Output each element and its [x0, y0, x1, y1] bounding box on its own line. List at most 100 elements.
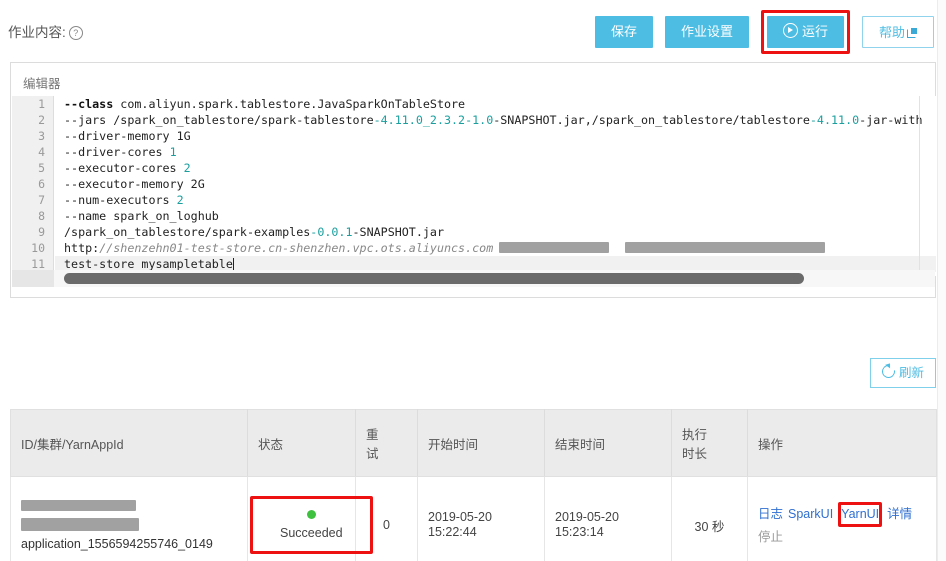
code-editor[interactable]: 1 2 3 4 5 6 7 8 9 10 11 --class com.aliyun.spark.t…	[12, 96, 936, 276]
column-header-duration-line1: 执行	[682, 428, 708, 442]
refresh-button-label: 刷新	[898, 366, 924, 380]
code-line[interactable]: --driver-memory 1G	[55, 128, 936, 144]
line-number: 8	[38, 209, 45, 223]
sparkui-link[interactable]: SparkUI	[788, 507, 833, 521]
column-header-end-time: 结束时间	[544, 409, 672, 477]
code-token: -0.0.1	[310, 225, 353, 239]
run-button-highlight-wrapper: 运行	[760, 10, 850, 54]
cell-end-time: 2019-05-20 15:23:14	[544, 476, 672, 561]
stop-link: 停止	[758, 530, 784, 544]
refresh-icon	[879, 362, 898, 381]
scrollbar-thumb[interactable]	[64, 273, 804, 284]
code-token: --num-executors	[64, 193, 177, 207]
play-circle-icon	[782, 23, 798, 38]
line-number: 9	[38, 225, 45, 239]
code-line[interactable]: --executor-cores 2	[55, 160, 936, 176]
code-token: //shenzehn01-test-store.cn-shenzhen.vpc.…	[99, 241, 494, 255]
line-number-gutter: 1 2 3 4 5 6 7 8 9 10 11	[12, 96, 54, 276]
column-header-retry-line1: 重	[366, 428, 379, 442]
line-number: 5	[38, 161, 45, 175]
column-header-duration: 执行 时长	[671, 409, 748, 477]
page-title: 作业内容:?	[8, 21, 83, 41]
end-date: 2019-05-20	[555, 510, 619, 524]
code-token: /spark_on_tablestore/spark-examples	[64, 225, 311, 239]
code-token: -SNAPSHOT.jar	[352, 225, 444, 239]
code-token: test-store mysampletable	[64, 257, 233, 271]
run-button[interactable]: 运行	[766, 16, 844, 48]
redacted-job-id	[21, 500, 136, 511]
code-token: com.aliyun.spark.tablestore.JavaSparkOnT…	[113, 97, 466, 111]
redacted-text	[499, 242, 610, 253]
status-badge: Succeeded	[250, 496, 373, 554]
code-line[interactable]: http://shenzehn01-test-store.cn-shenzhen…	[55, 240, 936, 256]
log-link[interactable]: 日志	[758, 507, 783, 521]
code-token: -SNAPSHOT.jar,/spark_on_tablestore/table…	[493, 113, 810, 127]
code-token: --class	[64, 97, 114, 111]
redacted-cluster-name	[21, 518, 139, 531]
code-token: -4.11.0	[809, 113, 860, 127]
code-token: --driver-cores	[64, 145, 170, 159]
cell-status: Succeeded	[247, 476, 373, 561]
code-token: --jars /spark_on_tablestore/spark-tables…	[64, 113, 374, 127]
code-line[interactable]: --class com.aliyun.spark.tablestore.Java…	[55, 96, 936, 112]
code-line[interactable]: --driver-cores 1	[55, 144, 936, 160]
code-lines[interactable]: --class com.aliyun.spark.tablestore.Java…	[55, 96, 936, 276]
code-token: --driver-memory 1G	[64, 129, 191, 143]
table-row: application_1556594255746_0149 Succeeded…	[10, 476, 937, 561]
status-cell-highlight-box	[250, 496, 373, 554]
question-circle-icon[interactable]: ?	[68, 26, 83, 40]
line-number: 10	[31, 241, 45, 255]
column-header-id: ID/集群/YarnAppId	[10, 409, 248, 477]
yarn-app-id: application_1556594255746_0149	[21, 537, 213, 551]
column-header-retry-line2: 试	[366, 447, 379, 461]
code-token: 1	[169, 145, 177, 159]
cell-retry-count: 0	[355, 476, 418, 561]
cell-duration: 30 秒	[671, 476, 748, 561]
editor-horizontal-scrollbar[interactable]	[54, 270, 935, 287]
line-number: 3	[38, 129, 45, 143]
code-line[interactable]: --jars /spark_on_tablestore/spark-tables…	[55, 112, 936, 128]
yarnui-highlight-wrapper: YarnUI	[838, 502, 883, 527]
yarnui-link[interactable]: YarnUI	[841, 507, 879, 521]
page-scrollbar[interactable]	[937, 0, 946, 561]
start-time: 15:22:44	[428, 525, 477, 539]
cell-id-cluster-yarnappid: application_1556594255746_0149	[10, 476, 248, 561]
text-cursor	[232, 258, 234, 270]
column-header-duration-line2: 时长	[682, 447, 708, 461]
column-header-action: 操作	[747, 409, 937, 477]
code-line[interactable]: --name spark_on_loghub	[55, 208, 936, 224]
code-line[interactable]: /spark_on_tablestore/spark-examples-0.0.…	[55, 224, 936, 240]
editor-label: 编辑器	[23, 77, 61, 91]
scrollbar-gutter-pad	[12, 270, 54, 287]
help-button[interactable]: 帮助	[861, 16, 934, 48]
code-token: --name spark_on_loghub	[64, 209, 219, 223]
code-token: http:	[64, 241, 100, 255]
start-date: 2019-05-20	[428, 510, 492, 524]
help-button-label: 帮助	[878, 25, 905, 40]
detail-link[interactable]: 详情	[887, 507, 912, 521]
line-number: 6	[38, 177, 45, 191]
refresh-button[interactable]: 刷新	[869, 358, 936, 388]
code-line[interactable]: --num-executors 2	[55, 192, 936, 208]
header-button-row: 保存 作业设置 运行 帮助	[594, 10, 934, 54]
status-label: Succeeded	[280, 526, 343, 540]
redacted-text	[625, 242, 826, 253]
cell-start-time: 2019-05-20 15:22:44	[417, 476, 545, 561]
job-settings-button[interactable]: 作业设置	[664, 16, 749, 48]
column-header-start-time: 开始时间	[417, 409, 545, 477]
status-dot-icon	[306, 510, 316, 519]
line-number: 7	[38, 193, 45, 207]
editor-vertical-rule	[919, 96, 920, 276]
editor-panel: 编辑器 1 2 3 4 5 6 7 8 9 10 11 --class com.aliyun.spa…	[10, 62, 936, 298]
run-button-label: 运行	[801, 24, 828, 39]
save-button[interactable]: 保存	[594, 16, 653, 48]
code-token: -jar-with	[859, 113, 923, 127]
code-line[interactable]: --executor-memory 2G	[55, 176, 936, 192]
job-content-page: 作业内容:? 保存 作业设置 运行 帮助 编辑器 1 2 3 4 5 6 7 8 9 10 11 -…	[0, 0, 946, 561]
code-token: --executor-cores	[64, 161, 184, 175]
column-header-retry: 重 试	[355, 409, 418, 477]
line-number: 1	[38, 97, 45, 111]
page-header: 作业内容:? 保存 作业设置 运行 帮助	[0, 0, 946, 54]
table-header-row: ID/集群/YarnAppId 状态 重 试 开始时间 结束时间 执行 时长 操…	[10, 409, 937, 477]
line-number: 2	[38, 113, 45, 127]
